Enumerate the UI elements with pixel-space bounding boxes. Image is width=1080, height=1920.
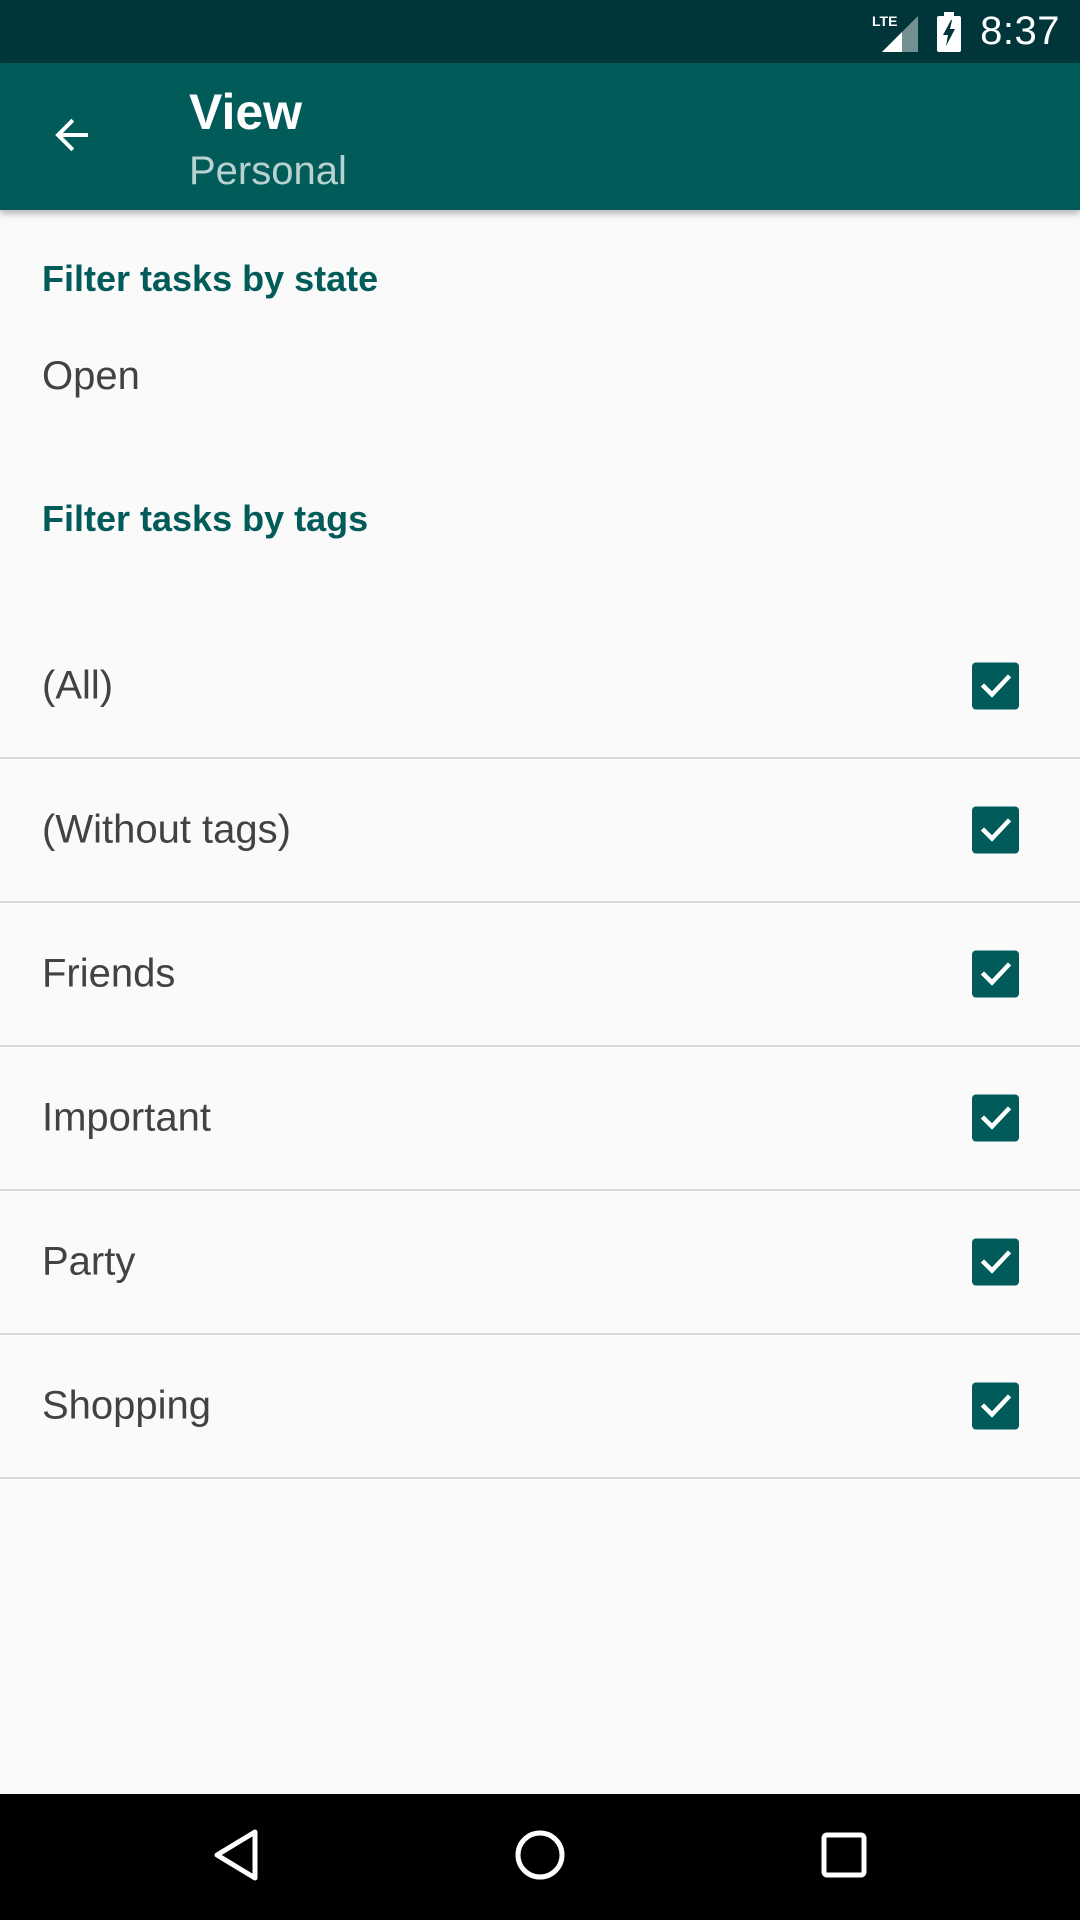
nav-recents-button[interactable] <box>814 1827 874 1887</box>
tag-row-shopping[interactable]: Shopping <box>0 1335 1080 1479</box>
home-circle-icon <box>513 1828 567 1887</box>
checkbox-checked[interactable] <box>972 1238 1019 1286</box>
checkbox-checked[interactable] <box>972 1094 1019 1142</box>
tag-label: (All) <box>42 663 114 708</box>
back-button[interactable] <box>42 107 102 167</box>
check-icon <box>980 1249 1011 1274</box>
checkbox-checked[interactable] <box>972 806 1019 854</box>
tag-label: Friends <box>42 951 176 996</box>
status-clock: 8:37 <box>980 9 1060 53</box>
recents-square-icon <box>819 1830 869 1885</box>
check-icon <box>980 673 1011 698</box>
check-icon <box>980 1105 1011 1130</box>
check-icon <box>980 1393 1011 1418</box>
check-icon <box>980 961 1011 986</box>
lte-signal-icon: LTE <box>872 12 919 52</box>
tag-label: (Without tags) <box>42 807 291 852</box>
tags-section-header: Filter tasks by tags <box>42 498 369 539</box>
tag-row-friends[interactable]: Friends <box>0 903 1080 1047</box>
tag-label: Party <box>42 1239 136 1284</box>
page-title: View <box>189 84 303 140</box>
battery-charging-icon <box>936 11 962 52</box>
tag-row-without-tags[interactable]: (Without tags) <box>0 759 1080 903</box>
checkbox-checked[interactable] <box>972 662 1019 710</box>
checkbox-checked[interactable] <box>972 950 1019 998</box>
tag-row-important[interactable]: Important <box>0 1047 1080 1191</box>
status-bar: LTE 8:37 <box>0 0 1080 63</box>
tag-label: Important <box>42 1095 211 1140</box>
state-section-header: Filter tasks by state <box>42 258 379 299</box>
tag-row-party[interactable]: Party <box>0 1191 1080 1335</box>
page-subtitle: Personal <box>189 149 347 193</box>
network-type-label: LTE <box>872 13 897 29</box>
tag-filter-list: (All) (Without tags) Friends Important P… <box>0 615 1080 1479</box>
nav-back-button[interactable] <box>206 1827 266 1887</box>
checkbox-checked[interactable] <box>972 1382 1019 1430</box>
tag-label: Shopping <box>42 1383 212 1428</box>
back-triangle-icon <box>211 1828 261 1887</box>
check-icon <box>980 817 1011 842</box>
arrow-back-icon <box>48 111 96 164</box>
system-nav-bar <box>0 1794 1080 1920</box>
nav-home-button[interactable] <box>510 1827 570 1887</box>
status-icons: LTE 8:37 <box>872 0 1060 63</box>
app-bar: View Personal <box>0 63 1080 210</box>
tag-row-all[interactable]: (All) <box>0 615 1080 759</box>
state-filter-value[interactable]: Open <box>42 354 140 399</box>
